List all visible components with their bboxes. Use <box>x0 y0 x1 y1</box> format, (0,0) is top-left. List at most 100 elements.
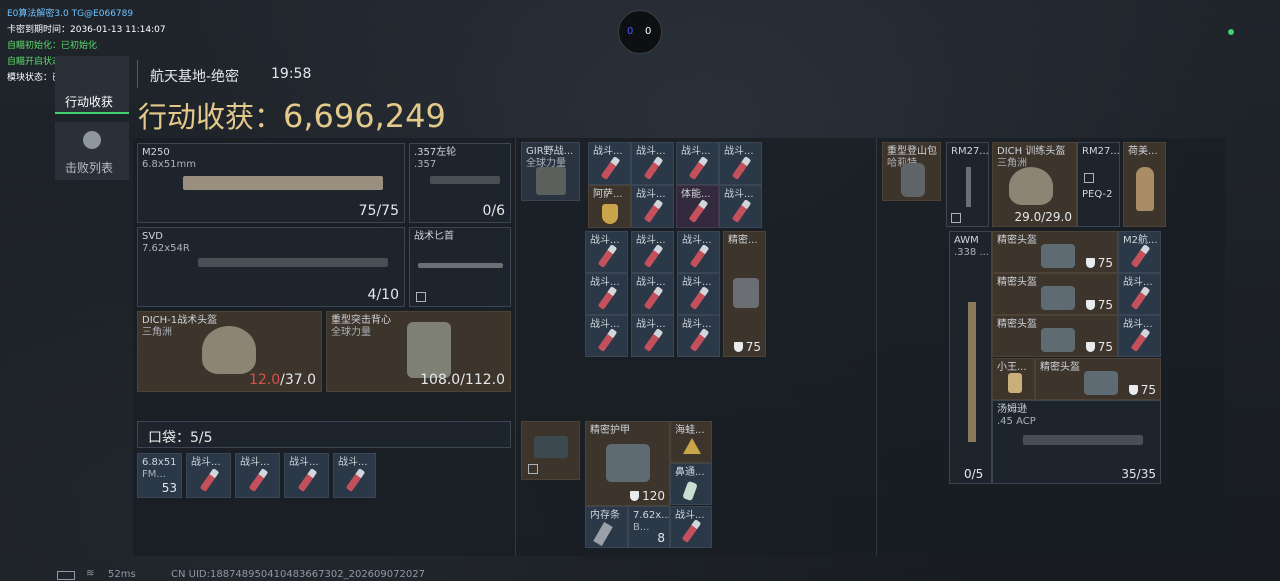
case-item-memory[interactable]: 内存条 <box>585 506 628 548</box>
right-item-m2[interactable]: M2航... <box>1118 231 1161 273</box>
thompson-ammo: .45 ACP <box>997 416 1036 427</box>
rig-item-trophy[interactable]: 阿萨... <box>588 185 631 228</box>
item-label: 海蛙... <box>675 425 705 436</box>
case-item-ammo[interactable]: 7.62x... B... 8 <box>628 506 670 548</box>
svd-gun-icon <box>198 258 388 267</box>
item-label: 精密头盔 <box>997 319 1037 330</box>
rig-item[interactable]: 战斗... <box>719 185 762 228</box>
precision-helmet-3[interactable]: 精密头盔 75 <box>992 315 1118 357</box>
item-label: 7.62x... <box>633 510 670 521</box>
backpack-icon <box>901 163 925 197</box>
item-label: M2航... <box>1123 235 1158 246</box>
weapon-secondary-ammo: 7.62x54R <box>142 243 190 254</box>
item-label: 战斗... <box>682 235 712 246</box>
rig-item[interactable]: 战斗... <box>631 142 674 185</box>
pouch-slot-4[interactable]: 战斗... <box>284 453 329 498</box>
right-item-xiaowang[interactable]: 小王... <box>992 358 1035 400</box>
rig-item[interactable]: 战斗... <box>631 185 674 228</box>
backpack-item[interactable]: 战斗... <box>585 315 628 357</box>
item-label: 战斗... <box>590 319 620 330</box>
backpack-item[interactable]: 战斗... <box>677 273 720 315</box>
armor-sub: 全球力量 <box>331 327 371 338</box>
item-durability: 75 <box>1085 256 1113 270</box>
precision-helmet-icon <box>1041 286 1075 310</box>
shield-icon <box>1085 342 1095 352</box>
case-item-stim[interactable]: 战斗... <box>670 506 712 548</box>
armor-slot[interactable]: 重型突击背心 全球力量 108.0/112.0 <box>326 311 511 392</box>
pouch-slot-2[interactable]: 战斗... <box>186 453 231 498</box>
safe-case-slot[interactable] <box>521 421 580 480</box>
backpack-item[interactable]: 战斗... <box>585 231 628 273</box>
attachment-slot-rm2[interactable]: RM27... PEQ-2 <box>1077 142 1120 227</box>
case-item-armor[interactable]: 精密护甲 120 <box>585 421 670 506</box>
thompson-slot[interactable]: 汤姆逊 .45 ACP 35/35 <box>992 400 1161 484</box>
rig-item[interactable]: 战斗... <box>676 142 719 185</box>
right-item-stim[interactable]: 战斗... <box>1118 273 1161 315</box>
backpack-item[interactable]: 战斗... <box>631 273 674 315</box>
bag-slot[interactable]: 重型登山包 哈莉特 <box>882 142 941 201</box>
backpack-item[interactable]: 战斗... <box>585 273 628 315</box>
helmet-slot[interactable]: DICH-1战术头盔 三角洲 12.0/37.0 <box>137 311 322 392</box>
pouch-slot-5[interactable]: 战斗... <box>333 453 376 498</box>
item-durability: 75 <box>733 340 761 354</box>
case-item-tong[interactable]: 鼻通... <box>670 463 712 505</box>
awm-slot[interactable]: AWM .338 ... 0/5 <box>949 231 992 484</box>
rig-item[interactable]: 战斗... <box>588 142 631 185</box>
weapon-slot-primary[interactable]: M250 6.8x51mm 75/75 <box>137 143 405 223</box>
precision-helmet-4[interactable]: 精密头盔 75 <box>1035 358 1161 400</box>
item-label: 战斗... <box>636 189 666 200</box>
injector-icon <box>731 155 751 180</box>
overlay-line-1: E0算法解密3.0 TG@E066789 <box>7 9 134 19</box>
backpack-item[interactable]: 战斗... <box>631 315 674 357</box>
helmet-durability: 29.0/29.0 <box>1014 210 1072 224</box>
injector-icon <box>248 467 268 492</box>
precision-helmet-1[interactable]: 精密头盔 75 <box>992 231 1118 273</box>
pouch-ammo-name: 6.8x51 <box>142 457 177 468</box>
scoreboard-indicator: 0 0 <box>618 10 662 54</box>
backpack-item[interactable]: 战斗... <box>677 231 720 273</box>
right-item-stim[interactable]: 战斗... <box>1118 315 1161 357</box>
loot-value-label: 行动收获： <box>138 100 284 134</box>
backpack-item[interactable]: 战斗... <box>631 231 674 273</box>
injector-icon <box>199 467 219 492</box>
pouch-ammo-sub: FM... <box>142 469 166 480</box>
weapon-slot-pistol[interactable]: .357左轮 .357 0/6 <box>409 143 511 223</box>
weapon-slot-secondary[interactable]: SVD 7.62x54R 4/10 <box>137 227 405 307</box>
item-label: 战斗... <box>675 510 705 521</box>
item-durability-value: 75 <box>1097 256 1113 270</box>
loot-value-number: 6,696,249 <box>283 97 446 135</box>
case-item-sea[interactable]: 海蛙... <box>670 421 712 463</box>
armor-plate-icon <box>606 444 650 482</box>
collectible-slot[interactable]: 荷美... <box>1123 142 1166 227</box>
item-label: 精密护甲 <box>590 425 630 436</box>
rig-item[interactable]: 战斗... <box>719 142 762 185</box>
armor-durability: 108.0/112.0 <box>420 372 505 388</box>
awm-count: 0/5 <box>964 467 984 481</box>
rig-item[interactable]: 体能... <box>676 185 719 228</box>
memory-stick-icon <box>593 521 613 547</box>
item-label: 精密头盔 <box>997 277 1037 288</box>
backpack-item[interactable]: 战斗... <box>677 315 720 357</box>
backpack-item-precision[interactable]: 精密... 75 <box>723 231 766 357</box>
pouch-slot-3[interactable]: 战斗... <box>235 453 280 498</box>
item-durability-value: 75 <box>1097 298 1113 312</box>
melee-slot[interactable]: 战术匕首 <box>409 227 511 307</box>
item-durability: 120 <box>630 489 665 503</box>
item-durability: 75 <box>1085 340 1113 354</box>
item-durability-value: 75 <box>1097 340 1113 354</box>
melee-name: 战术匕首 <box>414 231 454 242</box>
injector-icon <box>689 286 709 310</box>
item-label: 战斗... <box>590 277 620 288</box>
item-label: 精密头盔 <box>997 235 1037 246</box>
precision-helmet-2[interactable]: 精密头盔 75 <box>992 273 1118 315</box>
m250-gun-icon <box>183 176 383 190</box>
item-durability-value: 75 <box>745 340 761 354</box>
battery-icon <box>57 571 75 580</box>
injector-icon <box>643 244 663 268</box>
tab-kill-list[interactable]: 击败列表 <box>55 122 129 180</box>
pouch-slot-1[interactable]: 6.8x51 FM... 53 <box>137 453 182 498</box>
rig-slot[interactable]: GIR野战... 全球力量 <box>521 142 580 201</box>
helmet-item[interactable]: DICH 训练头盔 三角洲 29.0/29.0 <box>992 142 1077 227</box>
attachment-slot-rm1[interactable]: RM27... <box>946 142 989 227</box>
tab-operation-loot[interactable]: 行动收获 <box>55 56 129 114</box>
